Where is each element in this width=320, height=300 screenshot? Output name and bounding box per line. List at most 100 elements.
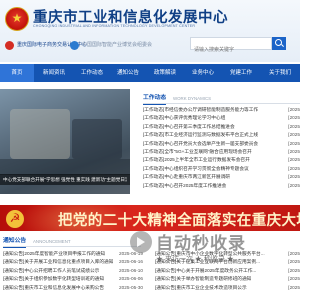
nav-item-home[interactable]: 首页	[0, 64, 34, 82]
nav-item-business[interactable]: 业务中心	[184, 64, 222, 82]
work-dynamics-header: 工作动态 WORK DYNAMICS	[143, 93, 300, 105]
work-dynamics-item-title: 全市"5G+工业互联网"融合应用现场会召开	[164, 148, 252, 154]
notice-item-tag: [通知公告]	[155, 284, 177, 290]
carousel-dots	[0, 186, 130, 192]
work-dynamics-item[interactable]: [工作动态]市经信委办公厅调研智能制造服务能力等工作 [2025	[143, 106, 300, 115]
notice-item-date: [2025	[286, 258, 300, 267]
notice-item-tag: [通知公告]	[3, 259, 25, 265]
work-dynamics-item-date: [2025	[286, 181, 300, 190]
notice-item[interactable]: [通知公告]重庆市工业企业技术改造项目公示 [2025	[155, 283, 300, 292]
nav-item-party[interactable]: 党建工作	[222, 64, 260, 82]
work-dynamics-item-tag: [工作动态]	[143, 157, 165, 163]
work-dynamics-item[interactable]: [工作动态]中心召开党员大会选举产生新一届支部委员会 [2025	[143, 139, 300, 148]
nav-item-policy[interactable]: 政策解读	[146, 64, 184, 82]
search-button[interactable]	[272, 37, 286, 50]
notice-item-title: 重庆市工业企业技术改造项目公示	[176, 284, 247, 290]
notices-header: 通知公告 ANNOUNCEMENT	[3, 236, 141, 248]
work-dynamics-item[interactable]: [工作动态]2025上半年全市工业运行数据发布会召开 [2025	[143, 156, 300, 165]
work-dynamics-title-en: WORK DYNAMICS	[173, 96, 212, 101]
page: 重庆市工业和信息化发展中心 CHONGQING INDUSTRIAL AND I…	[0, 0, 300, 300]
work-dynamics-item-tag: [工作动态]	[143, 115, 165, 121]
link-smart-expo-label: 中国国际智能产业博览会组委会	[82, 42, 153, 48]
work-dynamics-item-title: 市经信委办公厅调研智能制造服务能力等工作	[164, 107, 259, 112]
work-dynamics-title[interactable]: 工作动态	[143, 93, 167, 105]
notices-title-en: ANNOUNCEMENT	[33, 239, 71, 244]
work-dynamics-item[interactable]: [工作动态]中心获评优秀理论学习中心组 [2025	[143, 114, 300, 123]
watermark: 自动秒收录 ★ 来访一次 ★ 秒收录 ★	[130, 227, 280, 279]
notice-item-title: 重庆市工业和信息化发展中心采购公告	[24, 284, 105, 290]
work-dynamics-item-title: 中心召开党员大会选举产生新一届支部委员会	[164, 140, 259, 146]
notice-item[interactable]: [通知公告]关于组织参加数字化转型培训班的通知 2025-06-06	[3, 275, 143, 284]
work-dynamics-item-tag: [工作动态]	[143, 132, 165, 138]
nav-item-about[interactable]: 关于我们	[260, 64, 300, 82]
work-dynamics-item-title: 市工业经济运行监测与数据发布平台正式上线	[164, 132, 259, 138]
notice-item[interactable]: [通知公告]中心公开招聘工作人员笔试成绩公示 2025-06-10	[3, 266, 143, 276]
notice-item-title: 2025年度智能产业项目申报工作的通知	[24, 251, 106, 256]
carousel-caption[interactable]: 中心党支部联合开展"学思想 强党性 重实践 建新功"主题党日活动 严守一线...	[0, 174, 130, 185]
notice-item-title: 关于组织参加数字化转型培训班的通知	[24, 276, 105, 282]
work-dynamics-item-title: 中心赴重庆市两江新区开展调研	[164, 174, 230, 180]
work-dynamics-item-title: 中心获评优秀理论学习中心组	[164, 115, 226, 121]
nav-item-work-dynamics[interactable]: 工作动态	[74, 64, 110, 82]
work-dynamics-item-date: [2025	[286, 156, 300, 165]
work-dynamics-item-date: [2025	[286, 114, 300, 123]
work-dynamics-item-tag: [工作动态]	[143, 140, 165, 146]
work-dynamics-item-tag: [工作动态]	[143, 148, 165, 154]
notice-item[interactable]: [通知公告]关于开展工业和信息化重点项目入库的通知 2025-06-16	[3, 258, 143, 267]
ecommerce-logo-icon	[5, 41, 14, 50]
nav-item-news[interactable]: 新闻资讯	[36, 64, 72, 82]
news-carousel[interactable]: 中心党支部联合开展"学思想 强党性 重实践 建新功"主题党日活动 严守一线...	[0, 89, 130, 194]
notice-item[interactable]: [通知公告]重庆市工业和信息化发展中心采购公告 2025-05-30	[3, 283, 143, 292]
work-dynamics-item-date: [2025	[286, 131, 300, 140]
notice-item-date: [2025	[286, 275, 300, 284]
work-dynamics-item-date: [2025	[286, 122, 300, 132]
nav-item-notices[interactable]: 通知公告	[110, 64, 146, 82]
work-dynamics-item-tag: [工作动态]	[143, 182, 165, 188]
notice-item-date: [2025	[286, 266, 300, 276]
carousel-photo-region	[0, 159, 130, 175]
watermark-subtitle: ★ 来访一次 ★ 秒收录 ★	[156, 256, 234, 263]
work-dynamics-item[interactable]: [工作动态]中心召开2025年度工作推进会 [2025	[143, 181, 300, 190]
notice-item[interactable]: [通知公告]2025年度智能产业项目申报工作的通知 2025-06-19	[3, 250, 143, 259]
notices-title[interactable]: 通知公告	[3, 236, 27, 248]
work-dynamics-item-title: 2025上半年全市工业运行数据发布会召开	[164, 157, 250, 163]
play-logo-icon	[130, 231, 152, 253]
work-dynamics-item-date: [2025	[286, 139, 300, 148]
government-emblem-icon	[5, 7, 29, 31]
work-dynamics-item-date: [2025	[286, 106, 300, 115]
notice-item-tag: [通知公告]	[3, 276, 25, 282]
notice-item-tag: [通知公告]	[3, 251, 25, 256]
carousel-photo-region	[72, 119, 122, 159]
notice-item-date: 2025-05-30	[117, 283, 143, 292]
work-dynamics-list: [工作动态]市经信委办公厅调研智能制造服务能力等工作 [2025 [工作动态]中心获…	[143, 106, 300, 190]
work-dynamics-item-title: 中心召开第三季度工作总结推进会	[164, 123, 235, 129]
notices-list-left: [通知公告]2025年度智能产业项目申报工作的通知 2025-06-19 [通知公告…	[3, 250, 143, 292]
work-dynamics-item-title: 中心组织召开学习贯彻全会精神专题会议	[164, 165, 249, 171]
work-dynamics-item-date: [2025	[286, 147, 300, 157]
work-dynamics-item[interactable]: [工作动态]中心召开第三季度工作总结推进会 [2025	[143, 122, 300, 132]
search-input[interactable]	[191, 44, 259, 56]
party-emblem-icon	[6, 210, 24, 228]
notice-item-date: [2025	[286, 283, 300, 292]
notice-item-title: 中心公开招聘工作人员笔试成绩公示	[24, 267, 100, 273]
link-smart-expo[interactable]: 中国国际智能产业博览会组委会	[70, 40, 152, 51]
work-dynamics-item[interactable]: [工作动态]中心组织召开学习贯彻全会精神专题会议 [2025	[143, 164, 300, 174]
work-dynamics-item-tag: [工作动态]	[143, 174, 165, 180]
carousel-caption-text: 中心党支部联合开展"学思想 强党性 重实践 建新功"主题党日活动 严守一线...	[3, 177, 127, 182]
notice-item-tag: [通知公告]	[3, 284, 25, 290]
carousel-photo-region	[10, 109, 70, 159]
work-dynamics-item-tag: [工作动态]	[143, 107, 165, 112]
work-dynamics-item[interactable]: [工作动态]市工业经济运行监测与数据发布平台正式上线 [2025	[143, 131, 300, 140]
work-dynamics-item[interactable]: [工作动态]全市"5G+工业互联网"融合应用现场会召开 [2025	[143, 147, 300, 157]
work-dynamics-item-tag: [工作动态]	[143, 165, 165, 171]
site-header: 重庆市工业和信息化发展中心 CHONGQING INDUSTRIAL AND I…	[0, 0, 300, 62]
work-dynamics-item-title: 中心召开2025年度工作推进会	[164, 182, 227, 188]
work-dynamics-item-tag: [工作动态]	[143, 123, 165, 129]
notice-item-date: [2025	[286, 250, 300, 259]
work-dynamics-item-date: [2025	[286, 164, 300, 174]
watermark-title: 自动秒收录	[156, 234, 246, 253]
work-dynamics-item[interactable]: [工作动态]中心赴重庆市两江新区开展调研 [2025	[143, 173, 300, 182]
search-box	[190, 37, 272, 56]
site-title-english: CHONGQING INDUSTRIAL AND INFORMATION TEC…	[33, 24, 196, 28]
work-dynamics-item-date: [2025	[286, 173, 300, 182]
